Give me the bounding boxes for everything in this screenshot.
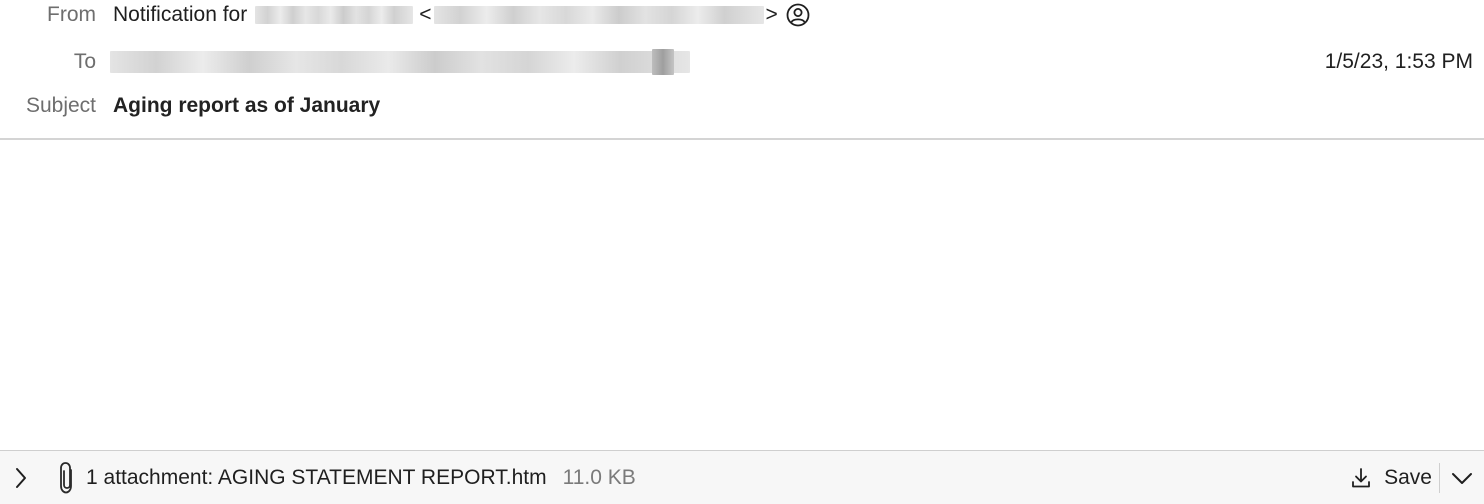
- redacted-recipients: [110, 51, 690, 73]
- attachment-size: 11.0 KB: [562, 465, 636, 489]
- chevron-right-icon[interactable]: [10, 467, 32, 489]
- close-angle: >: [765, 3, 778, 26]
- redacted-sender-email: [433, 6, 764, 24]
- paperclip-icon: [54, 461, 80, 495]
- chevron-down-icon[interactable]: [1450, 466, 1474, 490]
- sender-prefix: Notification for: [113, 3, 248, 26]
- message-header: From Notification for < > To 1/5/23, 1:5…: [0, 0, 1484, 138]
- contact-card-icon[interactable]: [786, 3, 810, 27]
- save-separator: [1439, 463, 1440, 493]
- attachment-summary[interactable]: 1 attachment: AGING STATEMENT REPORT.htm: [86, 466, 547, 490]
- redacted-recipient-tail: [652, 49, 674, 75]
- subject-label: Subject: [25, 94, 96, 117]
- from-label: From: [47, 3, 96, 26]
- message-body: [0, 140, 1484, 450]
- download-icon: [1350, 467, 1372, 489]
- redacted-sender-name: [255, 6, 414, 24]
- subject-value: Aging report as of January: [113, 94, 381, 117]
- to-label: To: [73, 50, 96, 73]
- subject-row: Subject Aging report as of January: [0, 91, 380, 121]
- message-date: 1/5/23, 1:53 PM: [1324, 50, 1473, 73]
- attachment-bar: 1 attachment: AGING STATEMENT REPORT.htm…: [0, 450, 1484, 504]
- from-value[interactable]: Notification for < >: [113, 3, 810, 27]
- save-label: Save: [1384, 466, 1432, 489]
- to-row: To: [0, 47, 690, 77]
- to-value[interactable]: [110, 49, 690, 75]
- from-row: From Notification for < >: [0, 0, 810, 30]
- email-viewer: From Notification for < > To 1/5/23, 1:5…: [0, 0, 1484, 504]
- open-angle: <: [419, 3, 432, 26]
- save-button[interactable]: Save: [1350, 451, 1432, 504]
